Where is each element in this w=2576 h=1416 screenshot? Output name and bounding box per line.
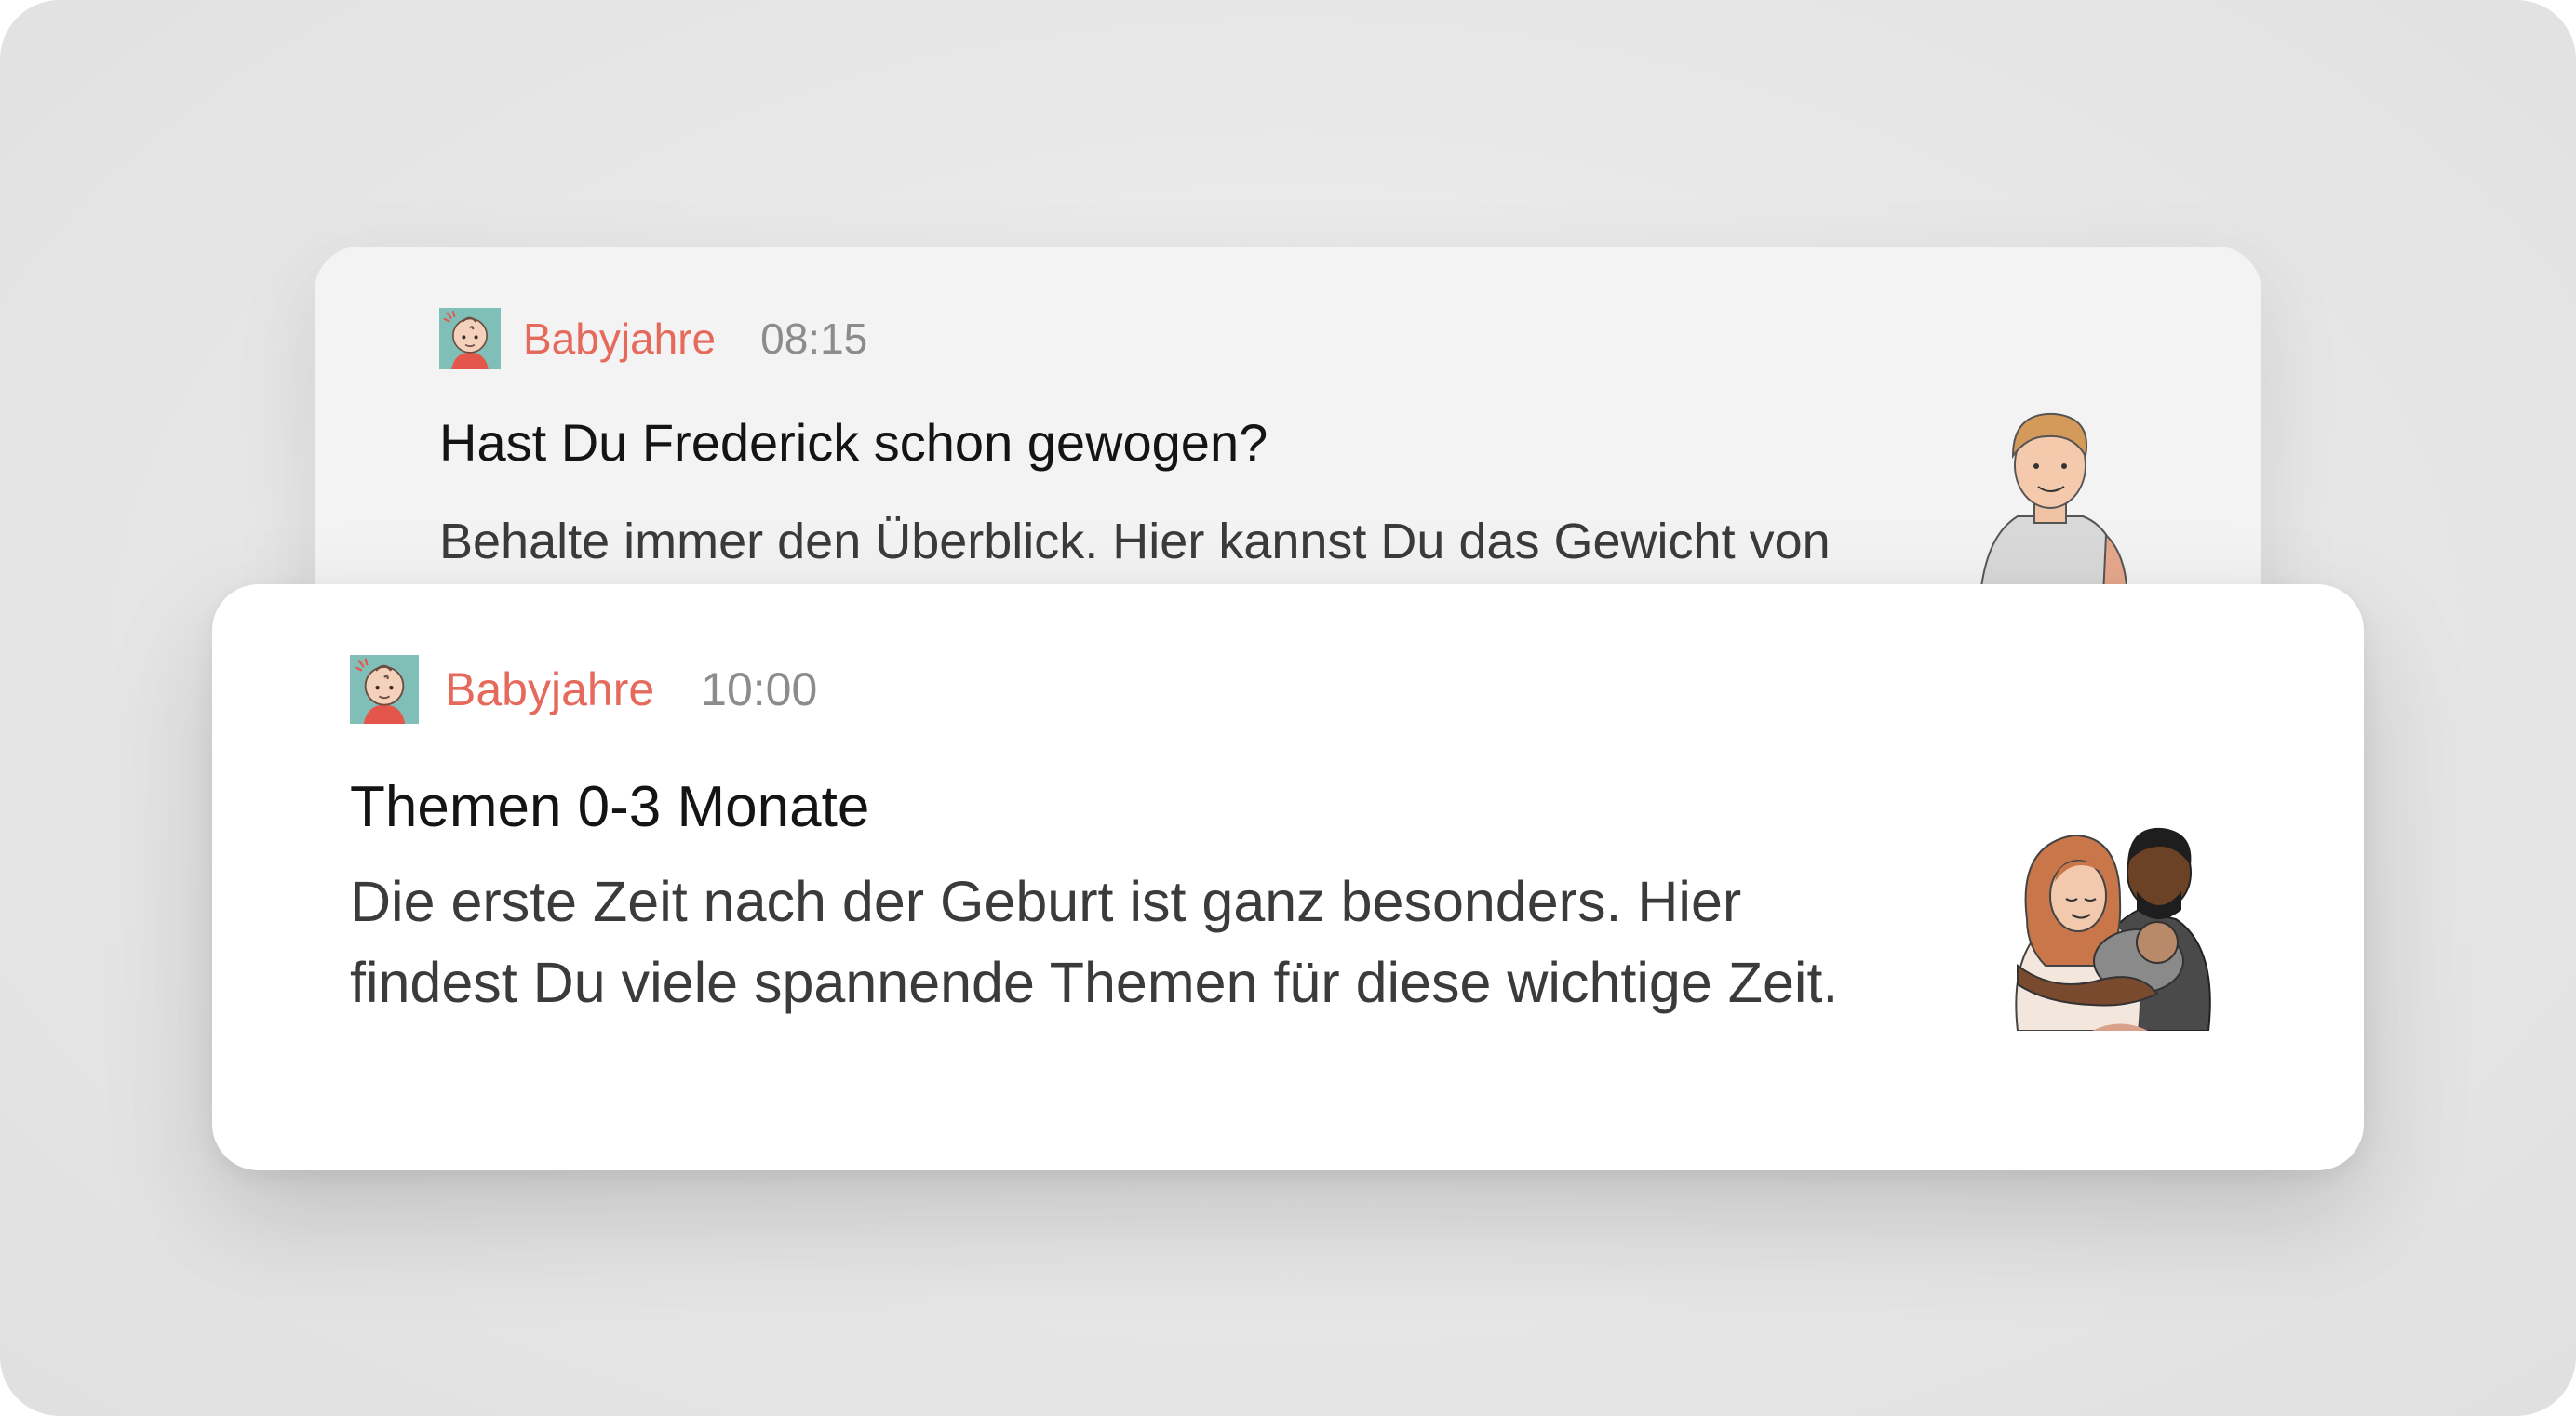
- notification-body: Die erste Zeit nach der Geburt ist ganz …: [350, 870, 1839, 1014]
- baby-face-icon: [439, 308, 501, 369]
- notification-card-latest[interactable]: Babyjahre 10:00 Themen 0-3 Monate Die er…: [212, 584, 2364, 1170]
- notification-header: Babyjahre 10:00: [350, 655, 817, 724]
- parents-holding-baby-illustration: [2015, 827, 2211, 1031]
- app-name: Babyjahre: [523, 314, 717, 363]
- notification-time: 10:00: [701, 663, 818, 715]
- app-name: Babyjahre: [445, 663, 655, 715]
- baby-face-icon: [350, 655, 419, 724]
- background-canvas: Babyjahre 08:15 Hast Du Frederick schon …: [0, 0, 2576, 1416]
- notification-title: Hast Du Frederick schon gewogen?: [439, 413, 1268, 472]
- notification-title: Themen 0-3 Monate: [350, 775, 870, 839]
- notification-time: 08:15: [760, 314, 868, 363]
- notification-header: Babyjahre 08:15: [439, 308, 867, 369]
